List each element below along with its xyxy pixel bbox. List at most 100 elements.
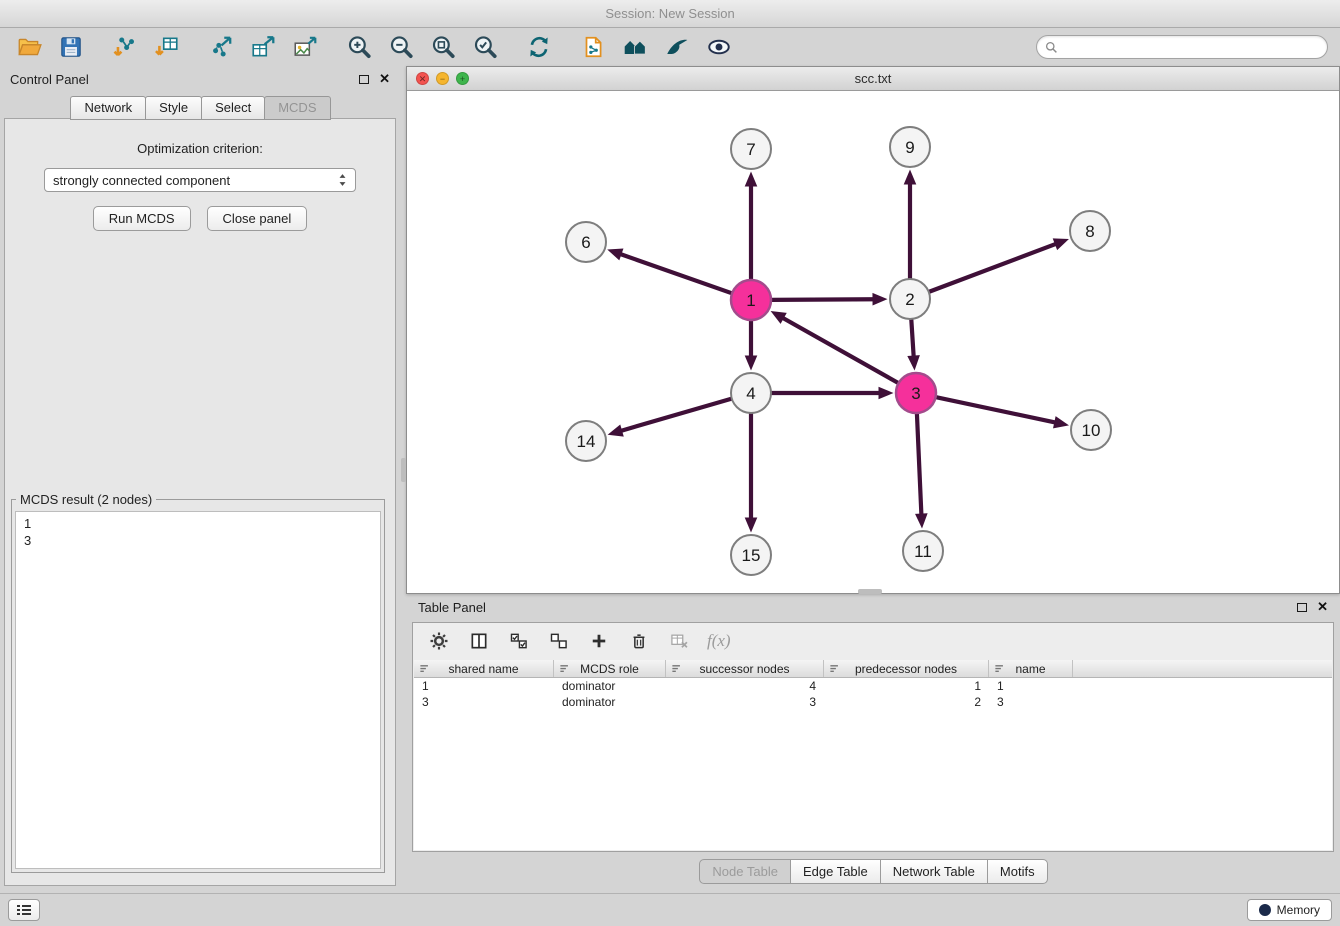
network-window-titlebar[interactable]: ✕−+ scc.txt [407,67,1339,91]
zoom-fit-icon[interactable] [426,32,460,62]
tab-edge-table[interactable]: Edge Table [790,859,881,884]
tab-select[interactable]: Select [201,96,265,120]
network-view-window[interactable]: ✕−+ scc.txt 7 9 6 8 1 2 4 3 14 10 15 11 [406,66,1340,594]
refresh-icon[interactable] [522,32,556,62]
deselect-all-rows-icon[interactable] [547,629,571,653]
save-session-icon[interactable] [54,32,88,62]
tab-network-table[interactable]: Network Table [880,859,988,884]
network-node-3[interactable]: 3 [896,373,936,413]
network-edge-4-14[interactable] [608,399,732,437]
table-cell: 3 [666,695,824,709]
mcds-panel: Optimization criterion: strongly connect… [4,118,396,886]
network-node-7[interactable]: 7 [731,129,771,169]
column-header-predecessor-nodes[interactable]: predecessor nodes [824,660,989,677]
network-node-11[interactable]: 11 [903,531,943,571]
close-window-icon[interactable]: ✕ [416,72,429,85]
network-canvas[interactable]: 7 9 6 8 1 2 4 3 14 10 15 11 [407,91,1339,593]
network-edge-4-3[interactable] [772,387,894,400]
zoom-in-icon[interactable] [342,32,376,62]
network-edge-1-4[interactable] [745,321,758,371]
mcds-result-list[interactable]: 13 [15,511,381,869]
app-titlebar[interactable]: Session: New Session [0,0,1340,28]
column-header-mcds-role[interactable]: MCDS role [554,660,666,677]
tab-network[interactable]: Network [70,96,146,120]
column-header-shared-name[interactable]: shared name [414,660,554,677]
network-edge-3-10[interactable] [936,397,1069,428]
tab-node-table[interactable]: Node Table [699,859,791,884]
network-node-10[interactable]: 10 [1071,410,1111,450]
status-menu-button[interactable] [8,899,40,921]
network-node-1[interactable]: 1 [731,280,771,320]
network-edge-3-11[interactable] [915,413,928,528]
network-node-8[interactable]: 8 [1070,211,1110,251]
mcds-result-item[interactable]: 1 [24,515,372,532]
network-node-9[interactable]: 9 [890,127,930,167]
zoom-out-icon[interactable] [384,32,418,62]
export-image-icon[interactable] [288,32,322,62]
network-node-14[interactable]: 14 [566,421,606,461]
export-table-icon[interactable] [246,32,280,62]
table-cell: 2 [824,695,989,709]
svg-text:2: 2 [905,290,914,309]
import-table-icon[interactable] [150,32,184,62]
mcds-result-item[interactable]: 3 [24,532,372,549]
tab-mcds[interactable]: MCDS [264,96,330,120]
delete-rows-icon[interactable] [627,629,651,653]
table-row[interactable]: 3dominator323 [414,694,1332,710]
column-header-name[interactable]: name [989,660,1073,677]
window-buttons: ✕−+ [416,72,469,85]
close-panel-button[interactable]: Close panel [207,206,308,231]
column-header-successor-nodes[interactable]: successor nodes [666,660,824,677]
criterion-select[interactable]: strongly connected component [44,168,356,192]
toggle-column-icon[interactable] [467,629,491,653]
network-node-15[interactable]: 15 [731,535,771,575]
zoom-selected-icon[interactable] [468,32,502,62]
control-panel: Control Panel ✕ NetworkStyleSelectMCDS O… [0,66,400,890]
table-cell: dominator [554,695,666,709]
network-edge-2-8[interactable] [929,238,1069,291]
minimize-window-icon[interactable]: − [436,72,449,85]
search-box[interactable] [1036,35,1328,59]
network-node-4[interactable]: 4 [731,373,771,413]
tab-style[interactable]: Style [145,96,202,120]
search-input[interactable] [1063,40,1319,55]
import-network-icon[interactable] [108,32,142,62]
main-toolbar-icons [12,32,736,62]
settings-icon[interactable] [427,629,451,653]
clone-view-icon[interactable] [576,32,610,62]
network-edge-4-15[interactable] [745,414,758,533]
main-toolbar [0,28,1340,66]
table-tabs: Node TableEdge TableNetwork TableMotifs [406,859,1340,884]
overview-icon[interactable] [618,32,652,62]
show-details-icon[interactable] [702,32,736,62]
run-mcds-button[interactable]: Run MCDS [93,206,191,231]
float-panel-icon[interactable] [359,75,369,84]
network-node-2[interactable]: 2 [890,279,930,319]
column-sort-icon [671,663,682,677]
float-table-panel-icon[interactable] [1297,603,1307,612]
search-icon [1045,41,1058,54]
vertical-splitter-grip[interactable] [401,458,406,482]
network-node-6[interactable]: 6 [566,222,606,262]
network-edge-2-9[interactable] [904,170,917,279]
add-row-icon[interactable] [587,629,611,653]
close-panel-icon[interactable]: ✕ [379,74,390,84]
network-edge-1-7[interactable] [745,172,758,280]
select-all-rows-icon[interactable] [507,629,531,653]
zoom-window-icon[interactable]: + [456,72,469,85]
network-edge-1-6[interactable] [607,248,731,293]
svg-text:8: 8 [1085,222,1094,241]
open-session-icon[interactable] [12,32,46,62]
optimization-criterion-label: Optimization criterion: [5,141,395,156]
network-edge-3-1[interactable] [771,311,899,383]
svg-text:4: 4 [746,384,755,403]
network-edge-2-3[interactable] [907,319,920,370]
tab-motifs[interactable]: Motifs [987,859,1048,884]
mcds-result-title: MCDS result (2 nodes) [16,492,156,507]
network-edge-1-2[interactable] [771,293,887,306]
memory-button[interactable]: Memory [1247,899,1332,921]
graphics-details-icon[interactable] [660,32,694,62]
close-table-panel-icon[interactable]: ✕ [1317,602,1328,612]
table-row[interactable]: 1dominator411 [414,678,1332,694]
export-network-icon[interactable] [204,32,238,62]
